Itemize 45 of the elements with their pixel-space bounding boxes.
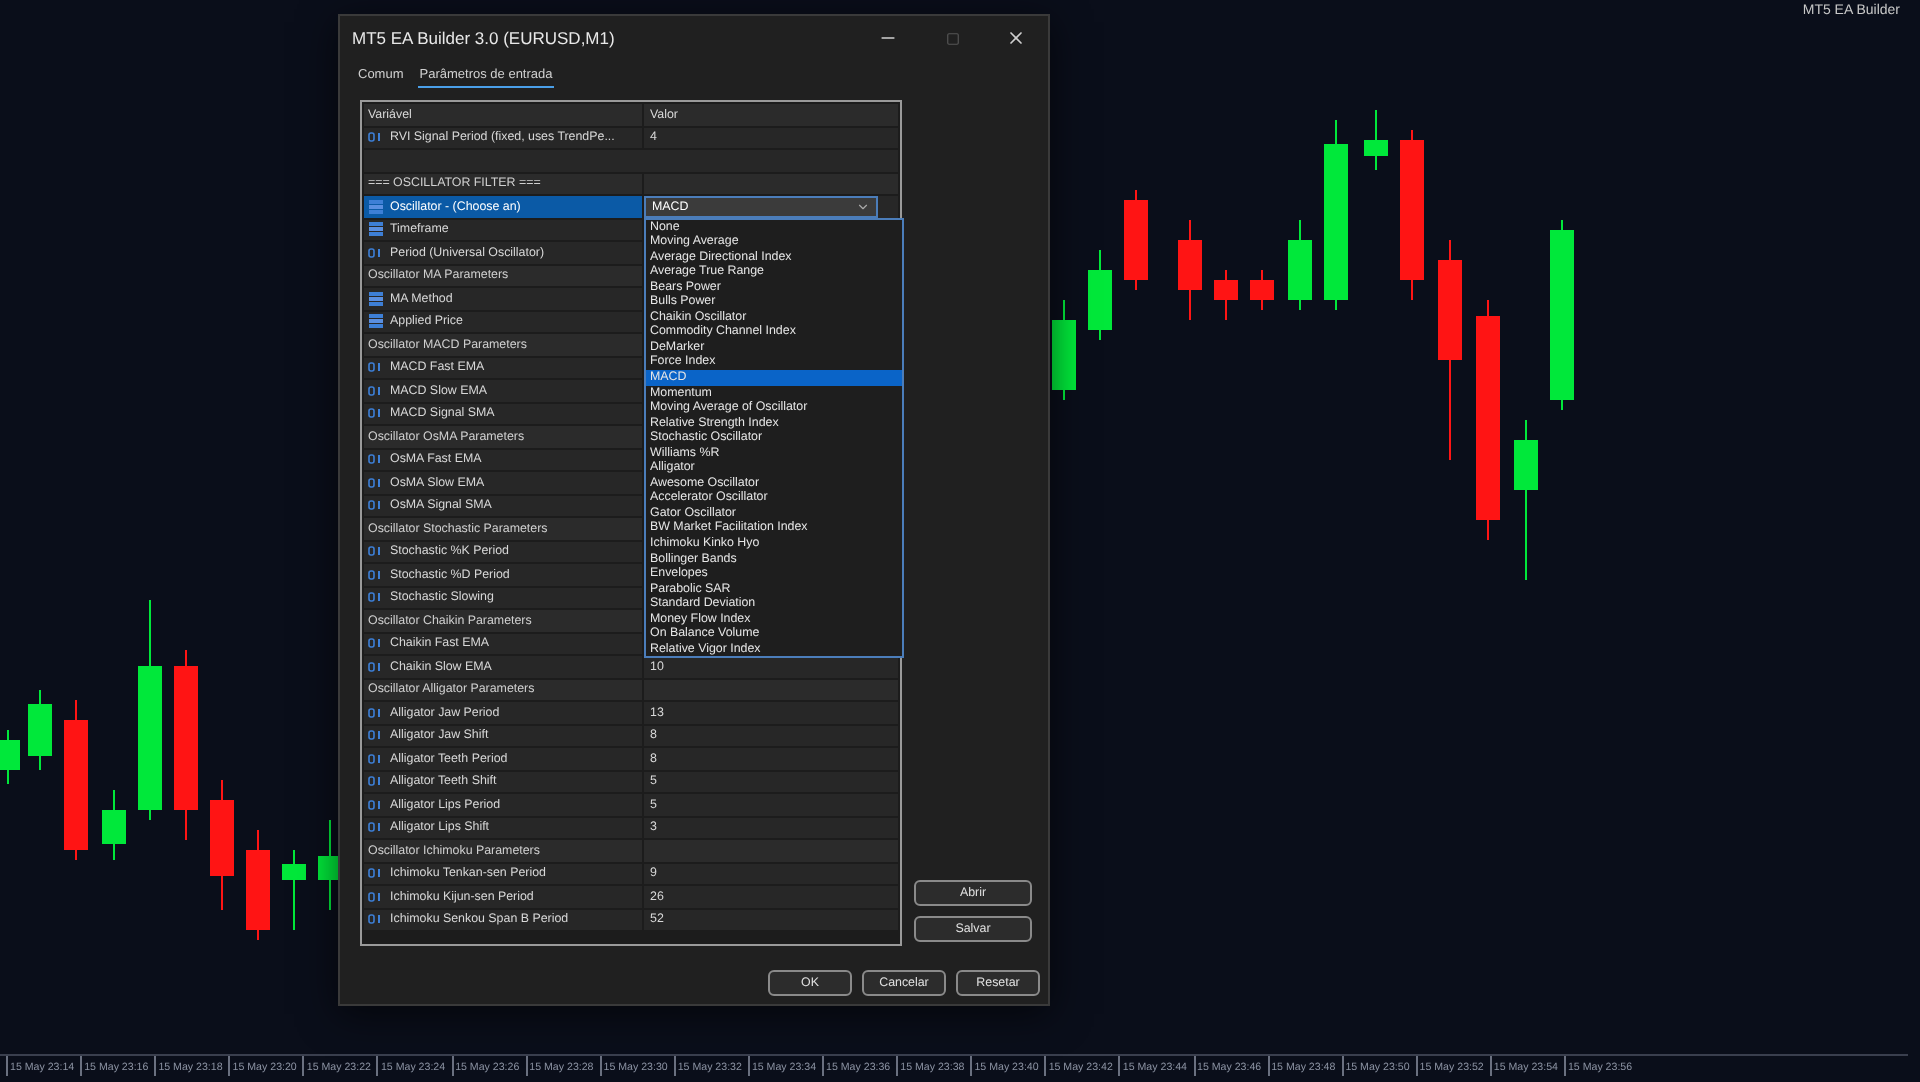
integer-icon [368,546,384,557]
integer-icon [368,638,384,649]
integer-icon [368,707,384,718]
integer-icon [368,661,384,672]
candle [28,689,52,771]
integer-icon [368,500,384,511]
integer-icon [368,592,384,603]
integer-icon [368,385,384,396]
integer-icon [368,776,384,787]
chevron-icon [856,199,870,214]
integer-icon [368,914,384,925]
list-icon [368,222,384,237]
candle [1088,249,1112,341]
integer-icon [368,247,384,258]
integer-icon [368,822,384,833]
candle [282,849,306,931]
close-icon [1006,28,1026,48]
candle [102,789,126,861]
candle [1214,269,1238,321]
list-icon [368,291,384,306]
window-title: MT5 EA Builder 3.0 (EURUSD,M1) [352,28,617,48]
empty-row[interactable] [364,150,898,173]
candle [1178,219,1202,321]
candle [1124,189,1148,291]
integer-icon [368,362,384,373]
integer-icon [368,132,384,143]
integer-icon [368,891,384,902]
list-icon [368,199,384,214]
integer-icon [368,868,384,879]
integer-icon [368,753,384,764]
candle [210,779,234,911]
integer-icon [368,408,384,419]
candle [1250,269,1274,311]
maximize-icon [945,31,959,45]
integer-icon [368,569,384,580]
candle [0,729,20,785]
list-icon [368,314,384,329]
candle [1288,219,1312,311]
integer-icon [368,730,384,741]
integer-icon [368,454,384,465]
candle [1052,299,1076,401]
integer-icon [368,477,384,488]
candle [1364,109,1388,171]
integer-icon [368,799,384,810]
candle [246,829,270,941]
